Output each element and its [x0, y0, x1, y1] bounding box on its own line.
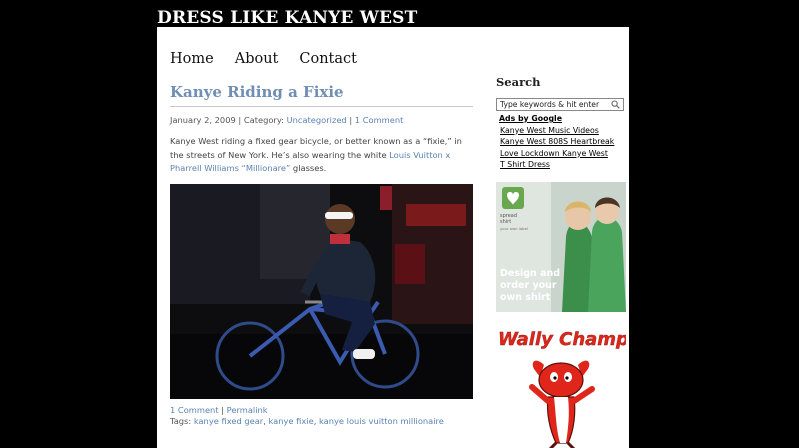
tags-label: Tags:	[170, 415, 192, 426]
ad-link[interactable]: Kanye West 808S Heartbreak	[500, 136, 628, 148]
spreadshirt-ad-art: Design and order your own shirt spread s…	[496, 181, 626, 312]
page-content: Home About Contact Kanye Riding a Fixie …	[157, 27, 629, 448]
footer-separator: |	[221, 404, 225, 415]
wally-champ-ad[interactable]: Wally Champ	[496, 324, 629, 448]
ads-by-google-link[interactable]: Ads by Google	[499, 114, 562, 123]
svg-text:Wally Champ: Wally Champ	[498, 329, 626, 350]
search-placeholder: Type keywords & hit enter	[500, 100, 600, 109]
comments-link[interactable]: 1 Comment	[355, 115, 404, 125]
post-meta: January 2, 2009 | Category: Uncategorize…	[170, 115, 473, 125]
tags-line: Tags: kanye fixed gear, kanye fixie, kan…	[170, 415, 444, 426]
nav-about[interactable]: About	[235, 51, 279, 67]
ad-link[interactable]: Kanye West Music Videos	[500, 125, 628, 137]
nav-contact[interactable]: Contact	[299, 51, 357, 67]
post-photo[interactable]	[170, 183, 473, 399]
tag-link[interactable]: kanye louis vuitton millionaire	[319, 416, 444, 426]
svg-text:Design and: Design and	[500, 268, 560, 279]
permalink-link[interactable]: Permalink	[227, 405, 268, 415]
main-nav: Home About Contact	[170, 51, 378, 67]
footer-comments-link[interactable]: 1 Comment	[170, 405, 219, 415]
tag-link[interactable]: kanye fixed gear	[194, 416, 263, 426]
nav-home[interactable]: Home	[170, 51, 214, 67]
tag-link[interactable]: kanye fixie	[269, 416, 314, 426]
post-date: January 2, 2009	[170, 115, 236, 125]
ad-link[interactable]: Love Lockdown Kanye West	[500, 148, 628, 160]
wally-champ-art: Wally Champ	[496, 324, 629, 448]
site-title[interactable]: DRESS LIKE KANYE WEST	[157, 8, 418, 28]
search-icon[interactable]	[611, 100, 620, 109]
svg-text:order your: order your	[500, 280, 557, 291]
search-heading: Search	[496, 75, 541, 89]
meta-separator: |	[349, 115, 353, 125]
google-ads: Ads by Google Kanye West Music Videos Ka…	[499, 113, 628, 171]
kanye-fixie-photo	[170, 183, 473, 399]
post-footer: 1 Comment | Permalink Tags: kanye fixed …	[170, 405, 473, 427]
post: Kanye Riding a Fixie January 2, 2009 | C…	[170, 83, 473, 427]
body-tail: glasses.	[290, 163, 327, 173]
svg-text:your own label: your own label	[500, 226, 528, 231]
category-link[interactable]: Uncategorized	[287, 115, 347, 125]
spreadshirt-ad[interactable]: Design and order your own shirt spread s…	[496, 181, 626, 312]
post-title[interactable]: Kanye Riding a Fixie	[170, 83, 473, 107]
svg-text:own shirt: own shirt	[500, 292, 551, 303]
sidebar: Search Type keywords & hit enter Ads by …	[496, 75, 629, 448]
svg-text:shirt: shirt	[500, 219, 511, 225]
post-body: Kanye West riding a fixed gear bicycle, …	[170, 135, 473, 176]
ad-link[interactable]: T Shirt Dress	[500, 159, 628, 171]
category-prefix: | Category:	[238, 115, 284, 125]
search-input[interactable]: Type keywords & hit enter	[496, 98, 624, 111]
